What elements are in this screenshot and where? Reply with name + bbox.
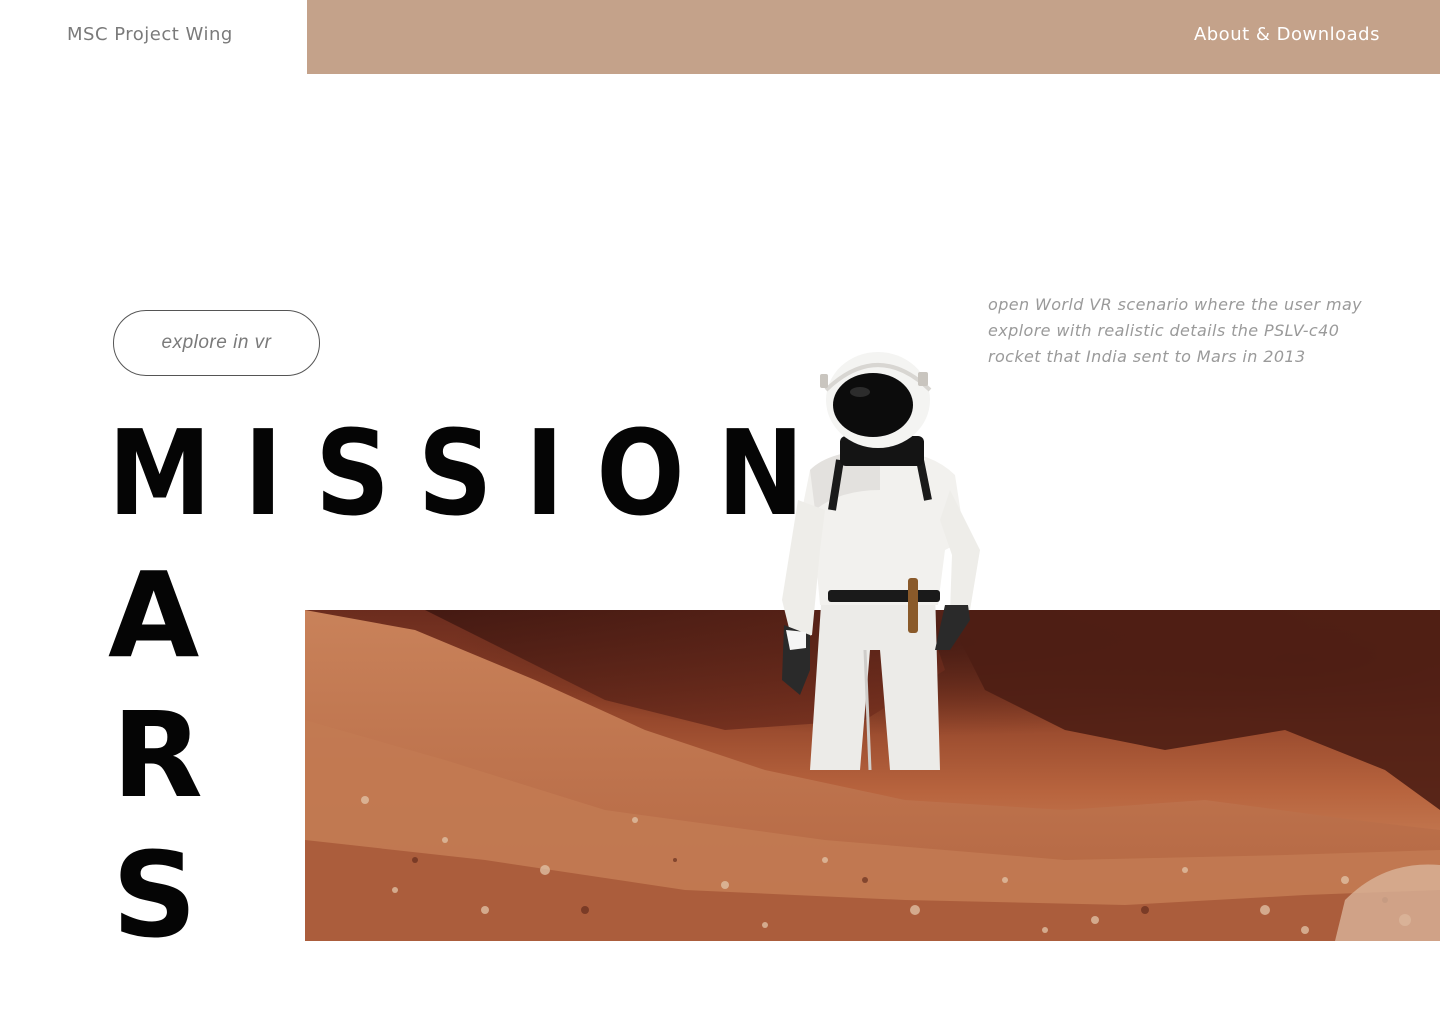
explore-in-vr-button[interactable]: explore in vr (113, 310, 320, 376)
mars-letter-a: A (108, 546, 200, 684)
landing-page: MSC Project Wing About & Downloads open … (0, 0, 1440, 1024)
about-downloads-link[interactable]: About & Downloads (1194, 24, 1380, 45)
mars-letter-r: R (112, 686, 203, 824)
hero-description: open World VR scenario where the user ma… (988, 295, 1363, 366)
top-accent-bar: About & Downloads (307, 0, 1440, 74)
site-name[interactable]: MSC Project Wing (67, 24, 233, 45)
mission-title: MISSION (108, 404, 837, 542)
mars-letter-s: S (112, 826, 197, 964)
